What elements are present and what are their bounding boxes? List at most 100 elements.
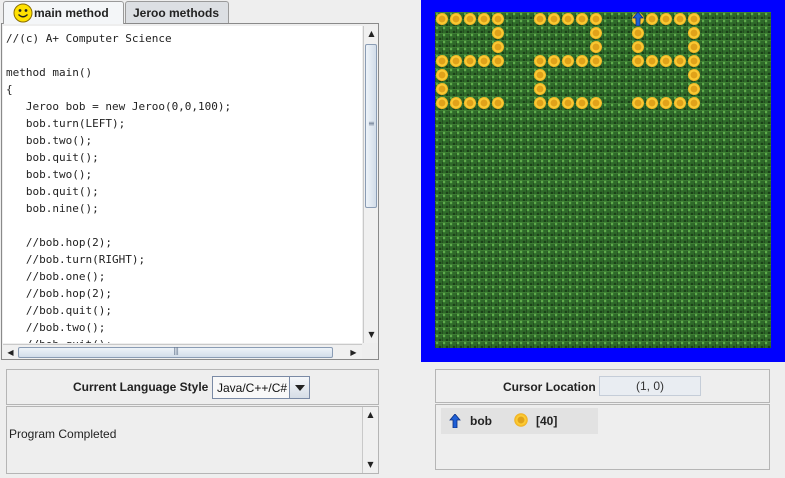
smiley-icon — [13, 3, 33, 23]
flower-icon — [660, 97, 672, 109]
code-line[interactable]: //bob.quit(); — [6, 302, 231, 319]
console-output: Program Completed — [7, 407, 362, 473]
flower-icon — [464, 97, 476, 109]
code-line[interactable]: bob.two(); — [6, 166, 231, 183]
scroll-grip-icon: ≡ — [368, 119, 375, 128]
language-style-bar: Current Language Style Java/C++/C# — [6, 369, 379, 405]
code-line[interactable] — [6, 217, 231, 234]
flower-icon — [576, 13, 588, 25]
flower-icon — [660, 55, 672, 67]
language-style-value: Java/C++/C# — [217, 381, 288, 395]
flower-icon — [674, 13, 686, 25]
flower-icon — [534, 13, 546, 25]
code-line[interactable]: { — [6, 81, 231, 98]
language-style-label: Current Language Style — [73, 380, 209, 394]
code-line[interactable]: //bob.hop(2); — [6, 234, 231, 251]
code-line[interactable]: bob.turn(LEFT); — [6, 115, 231, 132]
flower-icon — [534, 83, 546, 95]
scroll-up-arrow-icon[interactable]: ▲ — [364, 26, 379, 41]
flower-icon — [478, 97, 490, 109]
flower-icon — [632, 97, 644, 109]
cursor-location-bar: Cursor Location (1, 0) — [435, 369, 770, 403]
flower-icon — [436, 97, 448, 109]
flower-icon — [492, 55, 504, 67]
flower-icon — [562, 13, 574, 25]
flower-icon — [450, 55, 462, 67]
flower-icon — [688, 13, 700, 25]
flower-icon — [646, 97, 658, 109]
flower-icon — [436, 69, 448, 81]
flower-icon — [576, 55, 588, 67]
flower-icon — [688, 55, 700, 67]
flower-icon — [436, 13, 448, 25]
flower-icon — [688, 69, 700, 81]
code-line[interactable]: Jeroo bob = new Jeroo(0,0,100); — [6, 98, 231, 115]
island-grass-grid[interactable] — [435, 12, 771, 348]
code-line[interactable]: bob.nine(); — [6, 200, 231, 217]
flower-icon — [436, 55, 448, 67]
flower-icon — [590, 97, 602, 109]
flower-icon — [688, 41, 700, 53]
code-line[interactable]: bob.two(); — [6, 132, 231, 149]
editor-vertical-scrollbar[interactable]: ▲ ≡ ▼ — [363, 26, 378, 343]
scroll-left-arrow-icon[interactable]: ◀ — [3, 345, 18, 360]
dropdown-arrow-icon[interactable] — [289, 377, 309, 398]
flower-icon — [688, 27, 700, 39]
code-line[interactable]: //bob.hop(2); — [6, 285, 231, 302]
code-line[interactable]: bob.quit(); — [6, 183, 231, 200]
tab-main-method[interactable]: main method — [3, 1, 124, 24]
flower-icon — [492, 41, 504, 53]
flower-icon — [562, 97, 574, 109]
flower-icon — [646, 55, 658, 67]
code-line[interactable]: //bob.one(); — [6, 268, 231, 285]
jeroo-icon[interactable] — [632, 12, 644, 26]
code-line[interactable]: bob.quit(); — [6, 149, 231, 166]
code-line[interactable]: //(c) A+ Computer Science — [6, 30, 231, 47]
flower-icon — [632, 55, 644, 67]
language-style-select[interactable]: Java/C++/C# — [212, 376, 310, 399]
code-line[interactable]: //bob.turn(RIGHT); — [6, 251, 231, 268]
scroll-up-arrow-icon[interactable]: ▲ — [363, 407, 378, 422]
tab-jeroo-methods[interactable]: Jeroo methods — [125, 1, 229, 23]
flower-icon — [590, 13, 602, 25]
code-line[interactable]: //bob.quit(); — [6, 336, 231, 343]
flower-icon — [548, 13, 560, 25]
editor-vertical-scroll-thumb[interactable]: ≡ — [365, 44, 377, 208]
code-line[interactable] — [6, 47, 231, 64]
flower-count: [40] — [536, 414, 558, 428]
code-line[interactable]: method main() — [6, 64, 231, 81]
flower-icon — [450, 13, 462, 25]
cursor-location-label: Cursor Location — [503, 380, 596, 394]
flower-icon — [478, 55, 490, 67]
editor-horizontal-scrollbar[interactable]: ◀ ||| ▶ — [3, 344, 362, 359]
tab-jeroo-methods-label: Jeroo methods — [133, 5, 220, 20]
scroll-grip-icon: ||| — [173, 346, 179, 355]
tab-main-method-label: main method — [34, 6, 109, 20]
console-panel: Program Completed ▲ ▼ — [6, 406, 379, 474]
code-text[interactable]: //(c) A+ Computer Science method main(){… — [6, 30, 231, 343]
code-editor[interactable]: //(c) A+ Computer Science method main(){… — [3, 26, 362, 343]
flower-icon — [548, 55, 560, 67]
cursor-location-value: (1, 0) — [599, 376, 701, 396]
jeroo-status-panel: bob [40] — [435, 404, 770, 470]
flower-icon — [464, 55, 476, 67]
jeroo-name: bob — [470, 414, 492, 428]
flower-icon — [674, 97, 686, 109]
flower-icon — [534, 97, 546, 109]
console-vertical-scrollbar[interactable]: ▲ ▼ — [362, 407, 378, 473]
scroll-down-arrow-icon[interactable]: ▼ — [363, 457, 378, 472]
flower-icon — [590, 27, 602, 39]
flower-icon — [688, 97, 700, 109]
editor-horizontal-scroll-thumb[interactable]: ||| — [18, 346, 333, 358]
code-line[interactable]: //bob.two(); — [6, 319, 231, 336]
flower-icon — [534, 69, 546, 81]
code-editor-panel: //(c) A+ Computer Science method main(){… — [1, 23, 379, 360]
scroll-down-arrow-icon[interactable]: ▼ — [364, 327, 379, 342]
flower-icon — [464, 13, 476, 25]
flower-icon — [632, 27, 644, 39]
flower-icon — [562, 55, 574, 67]
flower-icon — [492, 97, 504, 109]
flower-icon — [590, 55, 602, 67]
scroll-right-arrow-icon[interactable]: ▶ — [346, 345, 361, 360]
flower-icon — [514, 413, 528, 427]
